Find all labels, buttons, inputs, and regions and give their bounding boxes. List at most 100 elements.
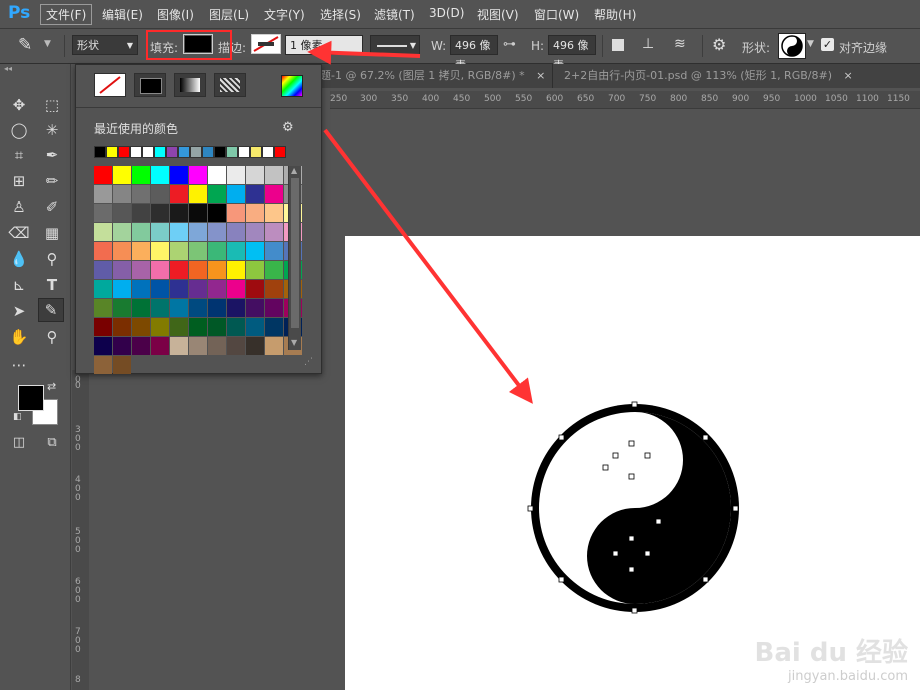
color-swatch[interactable]	[246, 318, 264, 336]
color-swatch[interactable]	[189, 204, 207, 222]
color-swatch[interactable]	[246, 166, 264, 184]
stroke-type-select[interactable]: ▼	[370, 35, 420, 55]
color-swatch[interactable]	[151, 261, 169, 279]
recent-color-swatch[interactable]	[142, 146, 154, 158]
color-swatch[interactable]	[94, 337, 112, 355]
recent-color-swatch[interactable]	[178, 146, 190, 158]
zoom-tool-icon[interactable]: ⚲	[40, 326, 64, 348]
color-swatch[interactable]	[113, 280, 131, 298]
color-swatch[interactable]	[113, 299, 131, 317]
color-swatch[interactable]	[189, 280, 207, 298]
chevron-down-icon[interactable]: ▼	[291, 338, 297, 347]
yin-yang-shape[interactable]	[525, 401, 745, 621]
color-swatch[interactable]	[151, 280, 169, 298]
color-swatch[interactable]	[113, 185, 131, 203]
color-swatch[interactable]	[113, 337, 131, 355]
recent-color-swatch[interactable]	[250, 146, 262, 158]
color-swatch[interactable]	[227, 242, 245, 260]
color-swatch[interactable]	[227, 223, 245, 241]
chevron-down-icon[interactable]: ▼	[44, 39, 51, 49]
menu-image[interactable]: 图像(I)	[157, 6, 194, 23]
default-colors-icon[interactable]: ◧	[13, 412, 22, 422]
color-swatch[interactable]	[94, 185, 112, 203]
color-swatch[interactable]	[246, 261, 264, 279]
height-input[interactable]: 496 像素	[548, 35, 596, 72]
color-swatch[interactable]	[94, 356, 112, 374]
gear-icon[interactable]: ⚙	[712, 35, 726, 54]
pattern-fill-button[interactable]	[214, 73, 246, 97]
width-input[interactable]: 496 像素	[450, 35, 498, 72]
color-swatch[interactable]	[170, 242, 188, 260]
recent-color-swatch[interactable]	[166, 146, 178, 158]
lasso-tool-icon[interactable]: ◯	[7, 119, 31, 141]
color-swatch[interactable]	[132, 185, 150, 203]
color-swatch[interactable]	[227, 261, 245, 279]
link-icon[interactable]: ⊶	[503, 37, 516, 52]
color-swatch[interactable]	[246, 223, 264, 241]
close-icon[interactable]: ×	[536, 69, 545, 82]
color-swatch[interactable]	[265, 299, 283, 317]
color-swatch[interactable]	[151, 166, 169, 184]
color-swatch[interactable]	[265, 204, 283, 222]
menu-type[interactable]: 文字(Y)	[264, 6, 305, 23]
tab-document-1[interactable]: 题-1 @ 67.2% (图层 1 拷贝, RGB/8#) * ×	[320, 64, 545, 88]
color-swatch[interactable]	[246, 280, 264, 298]
menu-layer[interactable]: 图层(L)	[209, 6, 249, 23]
color-swatch[interactable]	[208, 242, 226, 260]
menu-select[interactable]: 选择(S)	[320, 6, 361, 23]
color-swatch[interactable]	[113, 356, 131, 374]
color-swatch[interactable]	[132, 337, 150, 355]
color-swatch[interactable]	[208, 261, 226, 279]
eyedropper-tool-icon[interactable]: ✒	[40, 144, 64, 166]
menu-filter[interactable]: 滤镜(T)	[374, 6, 415, 23]
brush-tool-icon[interactable]: ✏	[40, 170, 64, 192]
color-swatch[interactable]	[132, 299, 150, 317]
color-swatch[interactable]	[189, 318, 207, 336]
color-swatch[interactable]	[246, 299, 264, 317]
menu-file[interactable]: 文件(F)	[40, 4, 93, 25]
solid-fill-button[interactable]	[134, 73, 166, 97]
recent-color-swatch[interactable]	[190, 146, 202, 158]
color-swatch[interactable]	[132, 318, 150, 336]
color-swatch[interactable]	[170, 223, 188, 241]
color-swatch[interactable]	[94, 223, 112, 241]
color-swatch[interactable]	[151, 318, 169, 336]
color-swatch[interactable]	[246, 185, 264, 203]
color-swatch[interactable]	[170, 337, 188, 355]
recent-color-swatch[interactable]	[94, 146, 106, 158]
marquee-tool-icon[interactable]: ⬚	[40, 94, 64, 116]
color-swatch[interactable]	[265, 280, 283, 298]
color-swatch[interactable]	[151, 204, 169, 222]
path-alignment-icon[interactable]: ⊥	[642, 36, 654, 52]
color-swatch[interactable]	[189, 299, 207, 317]
color-swatch[interactable]	[189, 223, 207, 241]
freeform-shape-tool-icon[interactable]: ✎	[18, 35, 32, 55]
document-canvas[interactable]	[345, 236, 920, 690]
stamp-tool-icon[interactable]: ♙	[7, 196, 31, 218]
color-swatch[interactable]	[227, 166, 245, 184]
color-swatch[interactable]	[170, 299, 188, 317]
no-fill-button[interactable]	[94, 73, 126, 97]
color-swatch[interactable]	[113, 166, 131, 184]
history-brush-tool-icon[interactable]: ✐	[40, 196, 64, 218]
blur-tool-icon[interactable]: 💧	[7, 248, 31, 270]
chevron-down-icon[interactable]: ▼	[807, 39, 814, 49]
color-swatch[interactable]	[151, 185, 169, 203]
foreground-color-swatch[interactable]	[18, 385, 44, 411]
gear-icon[interactable]: ⚙	[282, 120, 294, 135]
color-swatch[interactable]	[227, 299, 245, 317]
screen-mode-icon[interactable]: ⧉	[40, 432, 64, 454]
color-swatch[interactable]	[227, 318, 245, 336]
recent-color-swatch[interactable]	[106, 146, 118, 158]
path-arrangement-icon[interactable]: ≋	[674, 36, 686, 52]
align-edges-checkbox[interactable]: ✓	[821, 38, 834, 51]
gradient-tool-icon[interactable]: ▦	[40, 222, 64, 244]
color-swatch[interactable]	[265, 185, 283, 203]
color-swatch[interactable]	[94, 261, 112, 279]
recent-color-swatch[interactable]	[226, 146, 238, 158]
color-swatch[interactable]	[170, 185, 188, 203]
color-swatch[interactable]	[113, 318, 131, 336]
color-swatch[interactable]	[189, 242, 207, 260]
recent-color-swatch[interactable]	[154, 146, 166, 158]
color-swatch[interactable]	[132, 166, 150, 184]
